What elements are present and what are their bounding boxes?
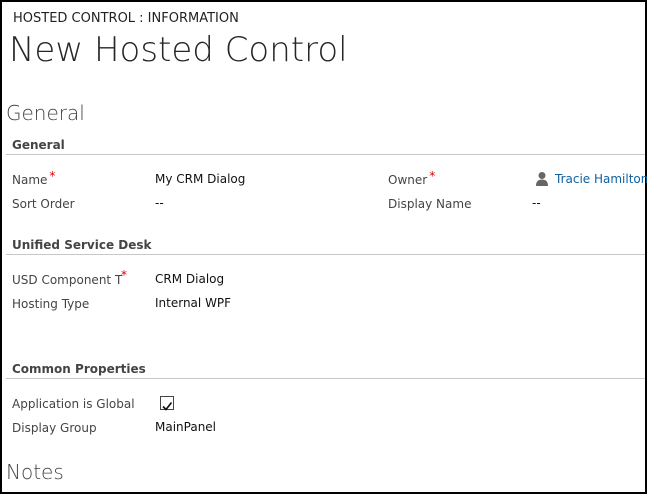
required-marker: * <box>121 268 127 282</box>
record-title: New Hosted Control <box>9 30 348 70</box>
section-usd-divider <box>6 254 645 255</box>
entity-label: HOSTED CONTROL : INFORMATION <box>13 11 239 26</box>
section-usd-title: Unified Service Desk <box>12 238 152 252</box>
display-group-field[interactable]: MainPanel <box>155 420 216 434</box>
section-common-divider <box>6 378 645 379</box>
user-icon <box>536 172 548 186</box>
name-label: Name * <box>12 169 55 187</box>
owner-label-text: Owner <box>388 173 428 187</box>
app-global-label: Application is Global <box>12 397 135 411</box>
hosting-type-label: Hosting Type <box>12 297 90 311</box>
name-label-text: Name <box>12 173 48 187</box>
display-group-label: Display Group <box>12 421 97 435</box>
section-general-divider <box>6 154 645 155</box>
app-global-checkbox[interactable] <box>160 396 174 411</box>
checkmark-icon <box>162 402 173 411</box>
section-general-title: General <box>12 138 65 152</box>
owner-label: Owner * <box>388 169 435 187</box>
owner-link[interactable]: Tracie Hamilton <box>555 172 647 186</box>
form-frame: HOSTED CONTROL : INFORMATION New Hosted … <box>0 0 647 494</box>
tab-notes-title[interactable]: Notes <box>6 460 64 484</box>
required-marker: * <box>429 169 436 183</box>
display-name-label: Display Name <box>388 197 472 211</box>
hosting-type-field[interactable]: Internal WPF <box>155 296 231 310</box>
tab-general-title[interactable]: General <box>6 101 85 125</box>
section-common-title: Common Properties <box>12 362 146 376</box>
sort-order-field[interactable]: -- <box>155 196 164 210</box>
name-field[interactable]: My CRM Dialog <box>155 172 245 186</box>
display-name-field[interactable]: -- <box>532 196 541 210</box>
required-marker: * <box>49 169 56 183</box>
component-type-label: USD Component T <box>12 273 123 287</box>
component-type-field[interactable]: CRM Dialog <box>155 272 224 286</box>
sort-order-label: Sort Order <box>12 197 75 211</box>
